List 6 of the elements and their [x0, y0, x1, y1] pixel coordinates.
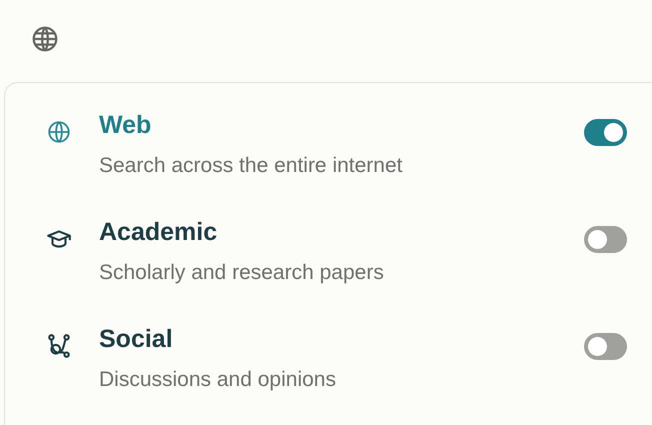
source-description: Scholarly and research papers — [99, 261, 385, 285]
source-description: Discussions and opinions — [99, 368, 337, 392]
source-title[interactable]: Web — [99, 111, 584, 140]
source-title[interactable]: Social — [99, 325, 584, 354]
source-title[interactable]: Academic — [99, 218, 584, 247]
source-description: Search across the entire internet — [99, 154, 404, 178]
